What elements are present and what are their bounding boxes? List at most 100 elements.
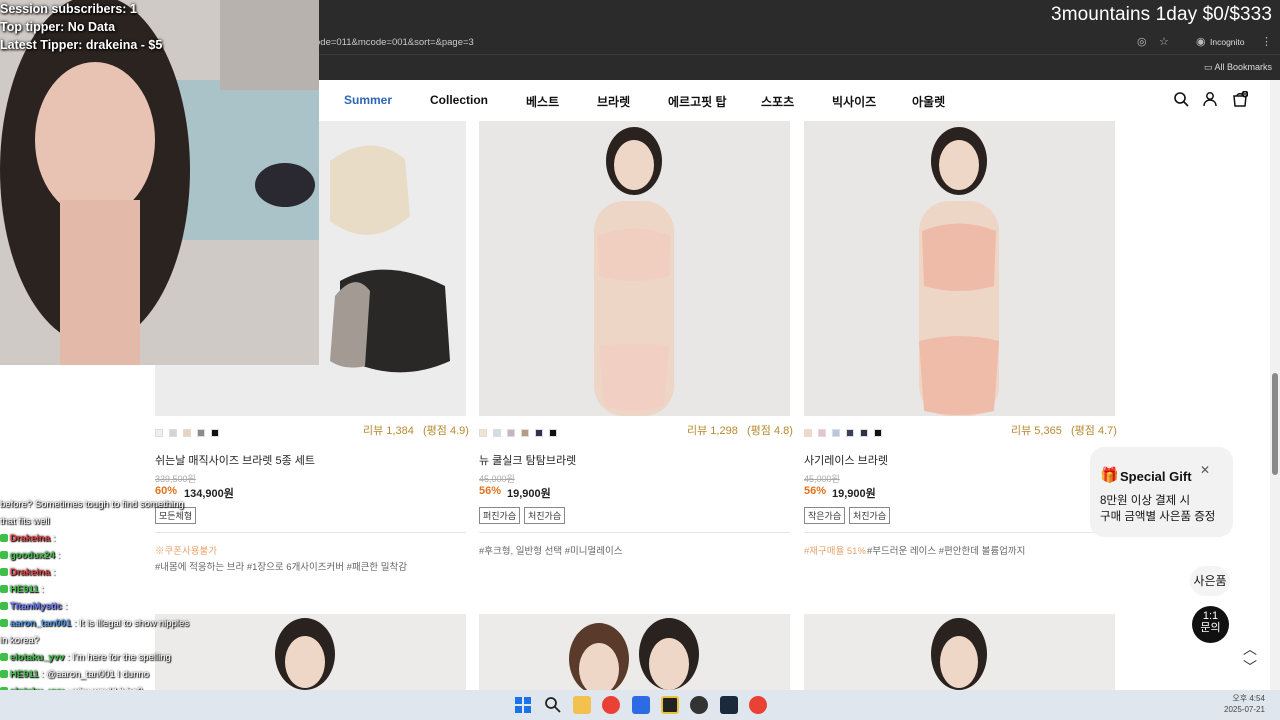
cart-count: 0 [1244,92,1247,98]
nav-item-summer[interactable]: Summer [344,93,392,107]
color-swatch[interactable] [521,429,529,437]
eye-off-icon[interactable]: ◎ [1137,35,1147,48]
product-image-2[interactable] [479,121,790,416]
url-text[interactable]: ode=011&mcode=001&sort=&page=3 [315,37,474,48]
star-icon[interactable]: ☆ [1159,35,1169,48]
search-icon[interactable] [544,696,562,714]
chevron-down-icon[interactable]: ﹀ [1243,659,1257,675]
chat-username[interactable]: aaron_tan001 [10,618,71,629]
menu-icon[interactable]: ⋮ [1261,35,1272,48]
color-swatch[interactable] [493,429,501,437]
system-clock[interactable]: 오후 4:54 2025-07-21 [1224,693,1265,715]
scrollbar-thumb[interactable] [1272,373,1278,475]
chat-username[interactable]: HE911 [10,669,39,680]
file-explorer-icon[interactable] [573,696,591,714]
product-image-6[interactable] [804,614,1115,690]
model-image [919,127,999,416]
product-2-old-price: 45,000원 [479,474,515,484]
session-subscribers-text: Session subscribers: 1 [0,2,137,16]
all-bookmarks-label: All Bookmarks [1214,62,1273,72]
chat-text: that fits well [0,516,50,527]
color-swatch[interactable] [860,429,868,437]
badge-icon [0,619,8,627]
color-swatch[interactable] [507,429,515,437]
color-swatch[interactable] [183,429,191,437]
product-3-name[interactable]: 사기레이스 브라렛 [804,452,888,468]
product-2-discount: 56% [479,485,502,497]
chat-username[interactable]: goodux24 [10,550,55,561]
nav-item-outlet[interactable]: 아울렛 [912,93,945,110]
nav-item-sports[interactable]: 스포츠 [761,93,794,110]
product-image-3[interactable] [804,121,1115,416]
gift-line-1: 8만원 이상 결제 시 [1100,495,1191,507]
inquiry-line-2: 문의 [1200,622,1221,634]
chat-username[interactable]: elotaku_yvv [10,652,64,663]
chat-username[interactable]: Drakeina [10,533,50,544]
app-icon[interactable] [632,696,650,714]
chat-username[interactable]: TitanMystic [10,601,62,612]
color-swatch[interactable] [549,429,557,437]
divider [804,532,1115,533]
product-3-hashtags: #부드러운 레이스 #편안한데 볼륨업까지 [867,546,1026,557]
color-swatch[interactable] [874,429,882,437]
search-icon[interactable] [1173,91,1189,107]
model-image [931,618,987,690]
one-on-one-inquiry-button[interactable]: 1:1 문의 [1192,606,1229,643]
color-swatch[interactable] [155,429,163,437]
special-gift-popup[interactable]: 🎁 Special Gift ✕ 8만원 이상 결제 시 구매 금액별 사은품 … [1090,447,1233,537]
chat-username[interactable]: HE911 [10,584,39,595]
chrome-icon[interactable] [602,696,620,714]
chat-message: before? Sometimes tough to find somethin… [0,496,330,513]
chat-message: TitanMystic : [0,598,330,615]
product-3-tag: 작은가슴 [804,507,846,524]
badge-icon [0,568,8,576]
color-swatch[interactable] [197,429,205,437]
nav-item-collection[interactable]: Collection [430,93,488,107]
chevron-up-icon[interactable]: ︿ [1243,641,1257,657]
obs-icon[interactable] [690,696,708,714]
badge-icon [0,653,8,661]
color-swatch[interactable] [846,429,854,437]
app-icon[interactable] [720,696,738,714]
color-swatch[interactable] [211,429,219,437]
chrome-icon[interactable] [749,696,767,714]
close-icon[interactable]: ✕ [1200,463,1210,477]
nav-item-bigsize[interactable]: 빅사이즈 [832,93,876,110]
chat-message: elotaku_yvv : I'm here for the spelling [0,649,330,666]
scroll-arrows[interactable]: ︿ ﹀ [1243,640,1257,676]
product-3-repurchase-rate: #재구매율 51% [804,546,866,557]
clock-date: 2025-07-21 [1224,705,1265,714]
page-scrollbar[interactable] [1270,80,1280,690]
chat-message: HE911 : [0,581,330,598]
product-3-price: 19,900원 [832,488,876,500]
windows-start-icon[interactable] [514,696,532,714]
product-image-5[interactable] [479,614,790,690]
app-icon[interactable] [661,696,679,714]
nav-item-bralette[interactable]: 브라렛 [597,93,630,110]
all-bookmarks-button[interactable]: ▭ All Bookmarks [1204,62,1272,73]
color-swatch[interactable] [169,429,177,437]
color-swatch[interactable] [818,429,826,437]
product-1-name[interactable]: 쉬는날 매직사이즈 브라렛 5종 세트 [155,452,315,468]
gift-button[interactable]: 사은품 [1190,566,1230,596]
chat-text: : @aaron_tan001 I dunno [41,669,150,680]
nav-item-ergofit-top[interactable]: 에르고핏 탑 [668,93,727,110]
product-1-old-price: 339,500원 [155,474,196,484]
user-icon[interactable] [1202,91,1218,107]
chat-message: Drakeina : [0,530,330,547]
cart-icon[interactable]: 0 [1232,91,1248,107]
gift-line-2: 구매 금액별 사은품 증정 [1100,511,1216,523]
chat-username[interactable]: Drakeina [10,567,50,578]
incognito-label[interactable]: Incognito [1210,37,1245,47]
chat-text: : [41,584,44,595]
product-1-review-count: 리뷰 1,384 (평점 4.9) [363,425,469,437]
product-2-name[interactable]: 뉴 쿨실크 탐탐브라렛 [479,452,576,468]
badge-icon [0,602,8,610]
color-swatch[interactable] [535,429,543,437]
color-swatch[interactable] [804,429,812,437]
color-swatch[interactable] [479,429,487,437]
chat-text: : It is illegal to show nipples [73,618,190,629]
product-3-review-count: 리뷰 5,365 (평점 4.7) [1011,425,1117,437]
nav-item-best[interactable]: 베스트 [526,93,559,110]
color-swatch[interactable] [832,429,840,437]
